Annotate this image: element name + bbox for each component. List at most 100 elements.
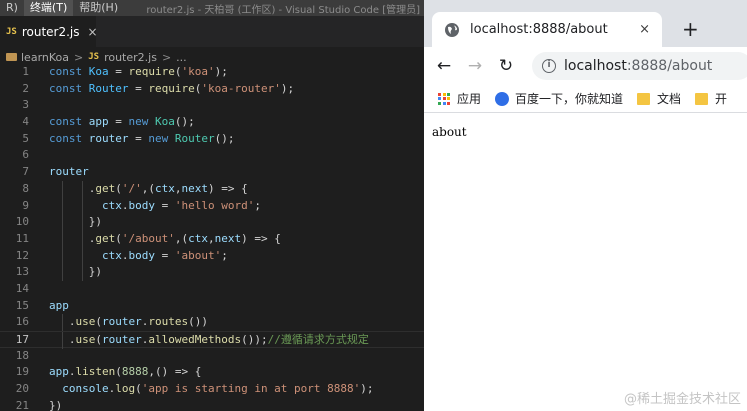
folder-icon	[6, 53, 17, 61]
line-number: 10	[15, 215, 29, 229]
code-line[interactable]: 10 })	[0, 214, 424, 231]
line-number: 16	[15, 315, 29, 329]
url-host: localhost	[564, 58, 627, 74]
code-text: app.listen(8888,() => {	[49, 365, 202, 379]
line-number: 8	[22, 181, 29, 195]
line-number: 14	[15, 281, 29, 295]
code-text: })	[88, 265, 102, 279]
code-line[interactable]: 1 const Koa = require('koa');	[0, 64, 424, 81]
code-text: .get('/',(ctx,next) => {	[88, 181, 248, 195]
bookmark-baidu[interactable]: 百度一下，你就知道	[495, 90, 623, 107]
js-file-icon: JS	[88, 52, 100, 62]
code-text: const router = new Router();	[49, 131, 235, 145]
code-line[interactable]: 16 .use(router.routes())	[0, 314, 424, 331]
breadcrumb-symbol[interactable]: ...	[176, 51, 187, 64]
url-path: :8888/about	[626, 58, 713, 74]
code-line[interactable]: 19 app.listen(8888,() => {	[0, 364, 424, 381]
code-line[interactable]: 5 const router = new Router();	[0, 131, 424, 148]
code-line[interactable]: 20 console.log('app is starting in at po…	[0, 381, 424, 398]
line-number: 19	[15, 365, 29, 379]
bookmark-label: 开	[715, 92, 728, 106]
bookmarks-bar: 应用 百度一下，你就知道 文档 开	[424, 85, 747, 113]
close-icon[interactable]: ×	[639, 22, 650, 37]
line-number: 5	[22, 131, 29, 145]
code-line[interactable]: 13 })	[0, 264, 424, 281]
page-body-text: about	[432, 125, 467, 139]
back-arrow-icon[interactable]: ←	[433, 56, 455, 76]
menu-item-partial[interactable]: R)	[0, 0, 24, 16]
bookmark-label: 应用	[457, 92, 482, 106]
code-line[interactable]: 6	[0, 147, 424, 164]
tab-label: router2.js	[21, 24, 80, 39]
menu-item-help[interactable]: 帮助(H)	[73, 0, 124, 16]
code-text: ctx.body = 'hello word';	[101, 198, 261, 212]
line-number: 18	[15, 348, 29, 362]
code-line[interactable]: 2 const Router = require('koa-router');	[0, 81, 424, 98]
code-line[interactable]: 8 .get('/',(ctx,next) => {	[0, 180, 424, 198]
code-text: const Koa = require('koa');	[49, 65, 228, 78]
code-text: })	[88, 215, 102, 229]
code-line[interactable]: 7 router	[0, 164, 424, 181]
bookmark-folder[interactable]: 开	[695, 90, 727, 107]
forward-arrow-icon[interactable]: →	[464, 56, 486, 76]
line-number: 1	[22, 65, 29, 78]
code-text: const Router = require('koa-router');	[49, 81, 295, 95]
window-title: router2.js - 天柏哥 (工作区) - Visual Studio C…	[146, 4, 420, 16]
menu-item-terminal[interactable]: 终端(T)	[23, 0, 74, 16]
code-editor[interactable]: 1 const Koa = require('koa'); 2 const Route…	[0, 64, 424, 411]
code-line[interactable]: 15 app	[0, 298, 424, 315]
breadcrumb-file[interactable]: router2.js	[104, 51, 157, 64]
reload-icon[interactable]: ↻	[495, 56, 517, 76]
code-text: })	[49, 398, 63, 411]
code-line[interactable]: 11 .get('/about',(ctx,next) => {	[0, 230, 424, 248]
new-tab-button[interactable]: +	[682, 19, 699, 39]
code-text: const app = new Koa();	[49, 115, 195, 129]
line-number: 13	[15, 265, 29, 279]
line-number: 12	[15, 248, 29, 262]
vscode-window: R) 终端(T) 帮助(H) router2.js - 天柏哥 (工作区) - …	[0, 0, 424, 411]
line-number: 3	[22, 98, 29, 112]
code-line[interactable]: 18	[0, 348, 424, 365]
code-text: console.log('app is starting in at port …	[62, 382, 374, 396]
browser-tab[interactable]: localhost:8888/about ×	[432, 12, 662, 47]
line-number: 21	[15, 398, 29, 411]
menu-bar: R) 终端(T) 帮助(H) router2.js - 天柏哥 (工作区) - …	[0, 0, 424, 16]
bookmark-apps[interactable]: 应用	[438, 90, 481, 107]
code-text: .get('/about',(ctx,next) => {	[88, 231, 281, 245]
code-line[interactable]: 14	[0, 281, 424, 298]
browser-tab-strip: localhost:8888/about × +	[424, 0, 747, 47]
line-number: 2	[22, 81, 29, 95]
code-line[interactable]: 9 ctx.body = 'hello word';	[0, 197, 424, 215]
code-line[interactable]: 12 ctx.body = 'about';	[0, 247, 424, 265]
bookmark-label: 文档	[657, 92, 682, 106]
line-number: 15	[15, 298, 29, 312]
js-file-icon: JS	[6, 26, 17, 37]
code-text: app	[49, 298, 69, 312]
code-line[interactable]: 3	[0, 97, 424, 114]
chevron-right-icon: >	[74, 50, 84, 64]
code-text: .use(router.routes())	[68, 315, 208, 329]
breadcrumb-folder[interactable]: learnKoa	[21, 51, 69, 64]
address-bar[interactable]: i localhost:8888/about	[532, 52, 747, 80]
line-number: 6	[22, 148, 29, 162]
editor-tab-bar: JS router2.js ×	[0, 16, 424, 47]
info-icon[interactable]: i	[542, 59, 556, 73]
chevron-right-icon: >	[161, 50, 172, 64]
globe-icon	[445, 22, 459, 37]
line-number: 4	[22, 115, 29, 129]
bookmark-docs[interactable]: 文档	[637, 90, 681, 107]
code-line[interactable]: 4 const app = new Koa();	[0, 114, 424, 131]
bookmark-label: 百度一下，你就知道	[515, 92, 624, 106]
code-text: .use(router.allowedMethods());//遵循请求方式规定	[68, 333, 369, 346]
line-number: 11	[15, 231, 29, 245]
line-number: 20	[15, 382, 29, 396]
line-number: 7	[22, 165, 29, 179]
page-content: about @稀土掘金技术社区	[424, 113, 747, 411]
code-line[interactable]: 21})	[0, 398, 424, 411]
apps-grid-icon	[438, 92, 450, 105]
tab-router2-js[interactable]: JS router2.js ×	[0, 16, 98, 47]
folder-icon	[637, 92, 651, 105]
code-line[interactable]: 17 .use(router.allowedMethods());//遵循请求方…	[0, 331, 424, 349]
close-icon[interactable]: ×	[88, 25, 98, 39]
browser-tab-title: localhost:8888/about	[470, 22, 608, 37]
